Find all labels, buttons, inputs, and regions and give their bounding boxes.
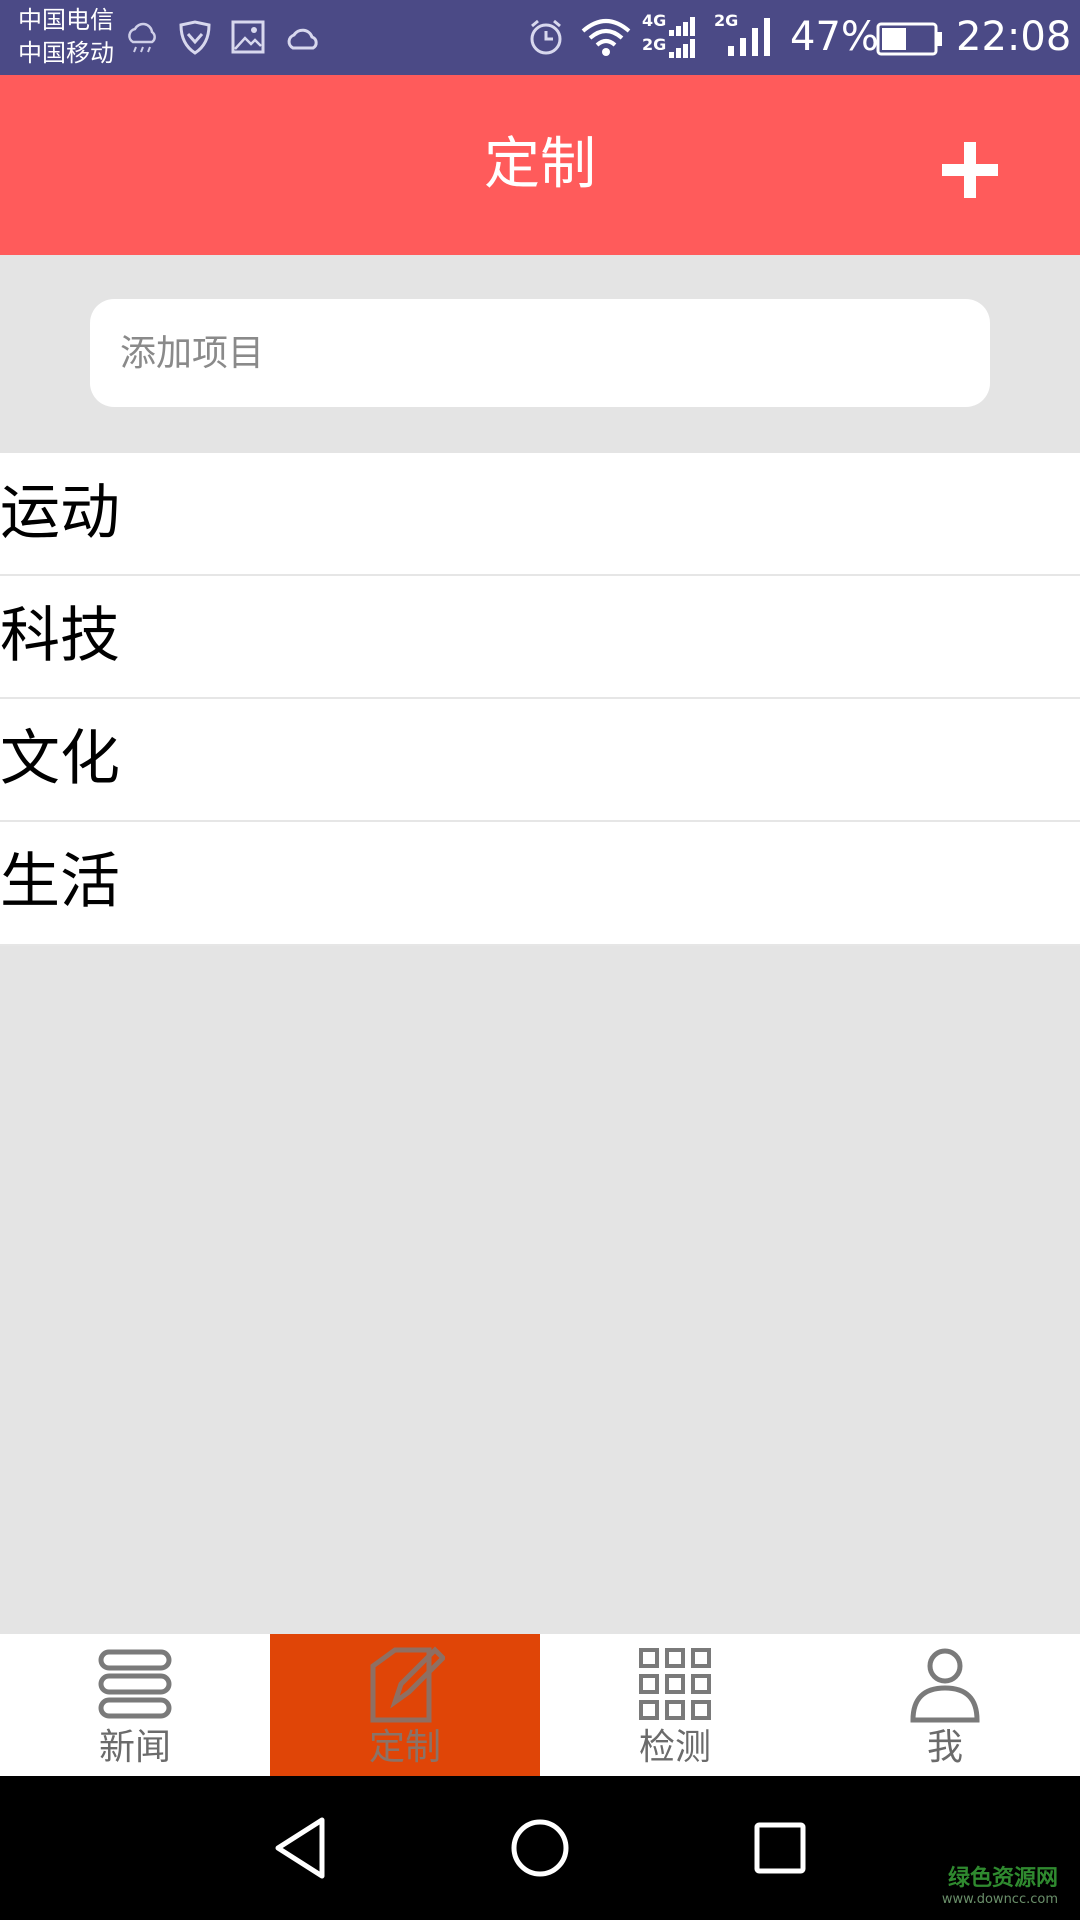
app-screen: 中国电信 中国移动 4G 2G 2G 47% 22:08 定制 添加项目 运动 … [0,0,1080,1920]
image-icon [231,20,265,54]
network-2g-label: 2G [642,35,667,54]
tab-detect[interactable]: 检测 [540,1634,810,1776]
watermark: 绿色资源网 www.downcc.com [942,1866,1058,1908]
list-item[interactable]: 运动 [0,453,1080,576]
tab-label: 新闻 [98,1727,171,1768]
watermark-title: 绿色资源网 [947,1866,1058,1891]
tab-label: 我 [926,1727,963,1768]
carrier-2: 中国移动 [18,39,114,67]
grid-icon [639,1648,711,1720]
tab-label: 定制 [368,1727,441,1768]
app-header: 定制 [0,75,1080,255]
plus-icon[interactable] [930,130,1010,210]
recents-icon[interactable] [740,1808,820,1888]
edit-icon [370,1646,445,1723]
list-icon [98,1649,172,1719]
tab-me[interactable]: 我 [810,1634,1080,1776]
watermark-url: www.downcc.com [941,1892,1058,1907]
list-item[interactable]: 文化 [0,699,1080,822]
page-title: 定制 [484,132,596,197]
home-icon[interactable] [500,1808,580,1888]
shield-icon [179,20,211,55]
signal-icon [669,17,695,58]
carrier-1: 中国电信 [18,6,114,34]
tab-news[interactable]: 新闻 [0,1634,270,1776]
battery-percent: 47% [790,14,879,60]
category-list: 运动 科技 文化 生活 [0,453,1080,946]
add-item-area [0,255,1080,453]
network-4g-label: 4G [642,11,667,30]
tab-label: 检测 [638,1727,711,1768]
battery-icon [876,22,942,56]
clock: 22:08 [956,14,1072,60]
person-icon [910,1648,980,1723]
status-bar: 中国电信 中国移动 4G 2G 2G 47% 22:08 [0,0,1080,75]
wifi-icon [581,19,631,56]
list-item[interactable]: 科技 [0,576,1080,699]
list-item[interactable]: 生活 [0,822,1080,946]
tab-customize[interactable]: 定制 [270,1634,540,1776]
bottom-nav: 新闻 定制 检测 我 [0,1634,1080,1776]
add-item-input[interactable] [90,299,990,407]
carrier-names: 中国电信 中国移动 [18,4,114,70]
system-nav-bar [0,1776,1080,1920]
signal-strength-icon [728,18,770,56]
weather-rain-icon [128,22,156,53]
alarm-icon [530,19,562,55]
back-icon[interactable] [260,1808,340,1888]
cloud-icon [287,28,318,50]
